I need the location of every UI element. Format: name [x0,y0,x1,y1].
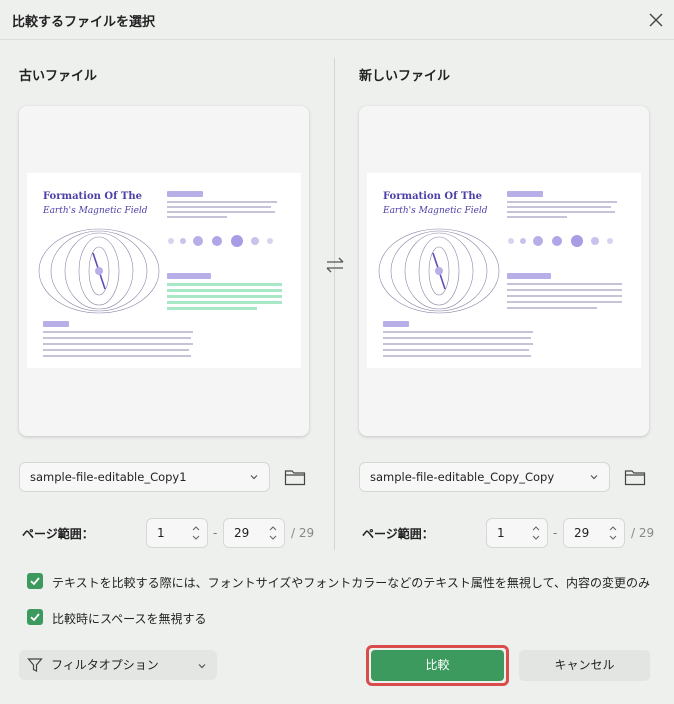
cancel-button[interactable]: キャンセル [519,650,650,681]
old-file-name: sample-file-editable_Copy1 [30,470,187,484]
panel-divider [334,58,335,550]
new-file-page-thumbnail: Formation Of The Earth's Magnetic Field [367,173,641,368]
ignore-attributes-label: テキストを比較する際には、フォントサイズやフォントカラーなどのテキスト属性を無視… [52,576,650,590]
new-doc-subtitle: Earth's Magnetic Field [383,206,488,216]
stepper-arrows-icon[interactable] [268,523,278,543]
filter-icon [27,658,43,672]
old-page-from-value: 1 [157,526,165,540]
checkmark-icon [30,577,40,586]
new-page-total: / 29 [631,526,655,540]
old-file-select[interactable]: sample-file-editable_Copy1 [19,462,270,492]
planets-row [508,235,613,247]
checkmark-icon [30,613,40,622]
new-file-select[interactable]: sample-file-editable_Copy_Copy [359,462,610,492]
new-page-from-stepper[interactable]: 1 [486,518,548,548]
new-range-dash: - [553,526,558,540]
new-file-preview: Formation Of The Earth's Magnetic Field [359,106,649,436]
new-file-folder-icon[interactable] [622,465,648,489]
old-page-from-stepper[interactable]: 1 [146,518,208,548]
dialog-title: 比較するファイルを選択 [12,15,156,30]
dialog-titlebar: 比較するファイルを選択 [0,0,674,40]
ignore-attributes-checkbox[interactable] [27,573,43,589]
old-file-folder-icon[interactable] [282,465,308,489]
old-page-range-label: ページ範囲： [22,527,94,541]
new-file-name: sample-file-editable_Copy_Copy [370,470,555,484]
old-doc-subtitle: Earth's Magnetic Field [43,206,148,216]
new-page-range-label: ページ範囲： [362,527,434,541]
old-file-page-thumbnail: Formation Of The Earth's Magnetic Field [27,173,301,368]
close-icon[interactable] [644,8,668,32]
new-page-to-stepper[interactable]: 29 [563,518,625,548]
old-doc-title: Formation Of The [43,191,142,202]
filter-options-label: フィルタオプション [51,658,159,672]
old-page-to-stepper[interactable]: 29 [223,518,285,548]
planets-row [168,235,273,247]
magnetic-field-diagram [38,228,160,314]
new-doc-title: Formation Of The [383,191,482,202]
filter-options-dropdown[interactable]: フィルタオプション [19,650,217,680]
stepper-arrows-icon[interactable] [608,523,618,543]
old-page-to-value: 29 [234,526,250,540]
magnetic-field-diagram [378,228,500,314]
compare-button[interactable]: 比較 [371,650,504,681]
chevron-down-icon [250,475,258,480]
old-range-dash: - [213,526,218,540]
ignore-spaces-checkbox[interactable] [27,609,43,625]
old-file-heading: 古いファイル [19,69,98,84]
ignore-spaces-label: 比較時にスペースを無視する [52,612,207,626]
stepper-arrows-icon[interactable] [531,523,541,543]
chevron-down-icon [590,475,598,480]
old-file-preview: Formation Of The Earth's Magnetic Field [19,106,309,436]
swap-files-icon[interactable] [324,254,346,276]
stepper-arrows-icon[interactable] [191,523,201,543]
chevron-down-icon [198,664,206,669]
new-file-heading: 新しいファイル [359,69,451,84]
new-page-to-value: 29 [574,526,590,540]
new-page-from-value: 1 [497,526,505,540]
old-page-total: / 29 [291,526,315,540]
